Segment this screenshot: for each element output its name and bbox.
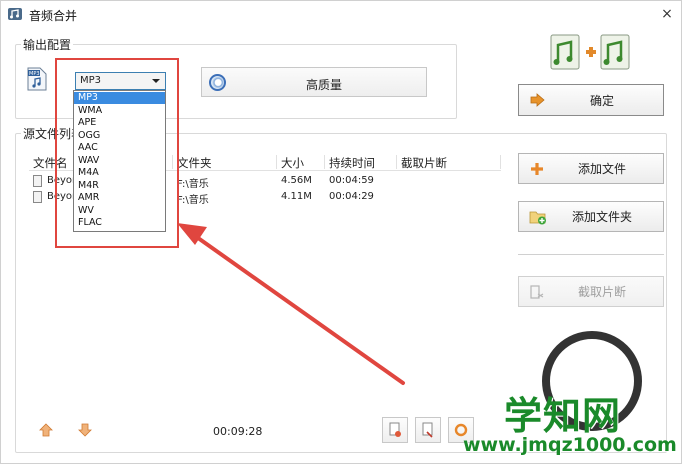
clip-button[interactable]: 截取片断 (518, 276, 664, 307)
svg-text:MP3: MP3 (29, 71, 40, 77)
clip-label: 截取片断 (577, 285, 626, 299)
audio-merge-window: 音频合并 × 输出配置 MP3 MP3 高质量 MP3 WMA APE OGG … (0, 0, 682, 464)
add-folder-label: 添加文件夹 (571, 210, 632, 224)
divider (518, 254, 664, 255)
add-file-label: 添加文件 (577, 162, 626, 176)
total-duration: 00:09:28 (213, 425, 263, 438)
column-header-folder[interactable]: 文件夹 (173, 155, 277, 170)
output-config-label: 输出配置 (21, 36, 74, 53)
mp3-file-icon: MP3 (27, 67, 47, 91)
add-file-button[interactable]: 添加文件 (518, 153, 664, 184)
clear-list-icon (422, 422, 433, 438)
watermark-text: 学知网 (504, 394, 622, 438)
cell-duration: 00:04:59 (329, 175, 374, 186)
column-header-size[interactable]: 大小 (277, 155, 325, 170)
cell-folder: F:\音乐 (177, 179, 209, 190)
column-header-duration[interactable]: 持续时间 (325, 155, 397, 170)
clear-list-button[interactable] (415, 417, 441, 443)
add-folder-button[interactable]: 添加文件夹 (518, 201, 664, 232)
confirm-button[interactable]: 确定 (518, 84, 664, 116)
quality-button[interactable]: 高质量 (201, 67, 427, 97)
merge-icon (550, 34, 630, 70)
close-icon[interactable]: × (657, 4, 677, 24)
cell-size: 4.56M (281, 175, 312, 186)
move-up-icon[interactable] (39, 423, 53, 437)
audio-file-icon (33, 175, 42, 187)
window-title: 音频合并 (29, 9, 78, 23)
app-icon (8, 8, 22, 20)
column-header-clip[interactable]: 截取片断 (397, 155, 501, 170)
cell-folder: F:\音乐 (177, 195, 209, 206)
remove-file-button[interactable] (382, 417, 408, 443)
cell-size: 4.11M (281, 191, 312, 202)
remove-file-icon (389, 422, 401, 437)
confirm-label: 确定 (589, 93, 614, 108)
watermark-url: www.jmqz1000.com (463, 434, 677, 456)
annotation-highlight-box (55, 58, 179, 248)
title-bar: 音频合并 × (1, 1, 681, 27)
audio-file-icon (33, 191, 42, 203)
move-down-icon[interactable] (78, 423, 92, 437)
cell-duration: 00:04:29 (329, 191, 374, 202)
quality-label: 高质量 (305, 78, 342, 92)
